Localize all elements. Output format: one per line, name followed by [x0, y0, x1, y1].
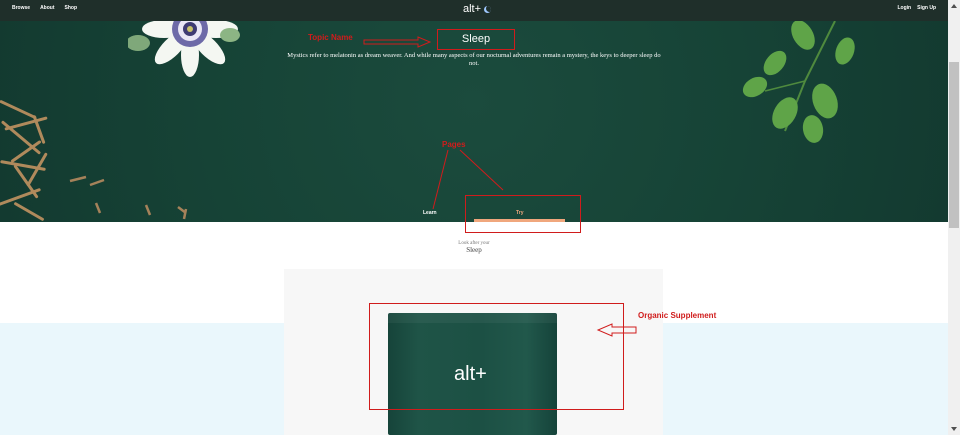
scattered-twigs-image: [69, 175, 188, 220]
nav-login-link[interactable]: Login: [898, 5, 912, 11]
organic-supplement-highlight-box: [369, 303, 624, 410]
annotation-pages: Pages: [442, 140, 466, 149]
hero-banner: Mystics refer to melatonin as dream weav…: [0, 21, 948, 222]
nav-about-link[interactable]: About: [40, 5, 54, 11]
topic-name-highlight-box: Sleep: [437, 29, 515, 50]
pages-highlight-box: [465, 195, 581, 233]
scroll-down-arrow-icon[interactable]: [951, 427, 957, 431]
nav-left: Browse About Shop: [12, 5, 77, 11]
section-title: Sleep: [466, 246, 482, 254]
nav-right: Login Sign Up: [898, 5, 937, 11]
passion-flower-image: [128, 21, 240, 77]
vertical-scrollbar[interactable]: [948, 0, 960, 435]
scrollbar-thumb[interactable]: [949, 62, 959, 228]
top-nav: Browse About Shop alt+ Login Sign Up: [0, 0, 948, 21]
dried-roots-image: [0, 98, 64, 222]
tab-learn[interactable]: Learn: [423, 210, 437, 216]
hero-description: Mystics refer to melatonin as dream weav…: [287, 52, 661, 67]
nav-shop-link[interactable]: Shop: [65, 5, 78, 11]
annotation-topic-name: Topic Name: [308, 33, 353, 42]
topic-name-value: Sleep: [461, 33, 491, 45]
moon-icon: [484, 5, 492, 13]
site-logo[interactable]: alt+: [463, 3, 492, 15]
nav-signup-link[interactable]: Sign Up: [917, 5, 936, 11]
nav-browse-link[interactable]: Browse: [12, 5, 30, 11]
scroll-up-arrow-icon[interactable]: [951, 4, 957, 8]
logo-text: alt+: [463, 3, 482, 15]
mint-leaves-image: [742, 21, 855, 143]
annotation-organic-supplement: Organic Supplement: [638, 311, 717, 320]
